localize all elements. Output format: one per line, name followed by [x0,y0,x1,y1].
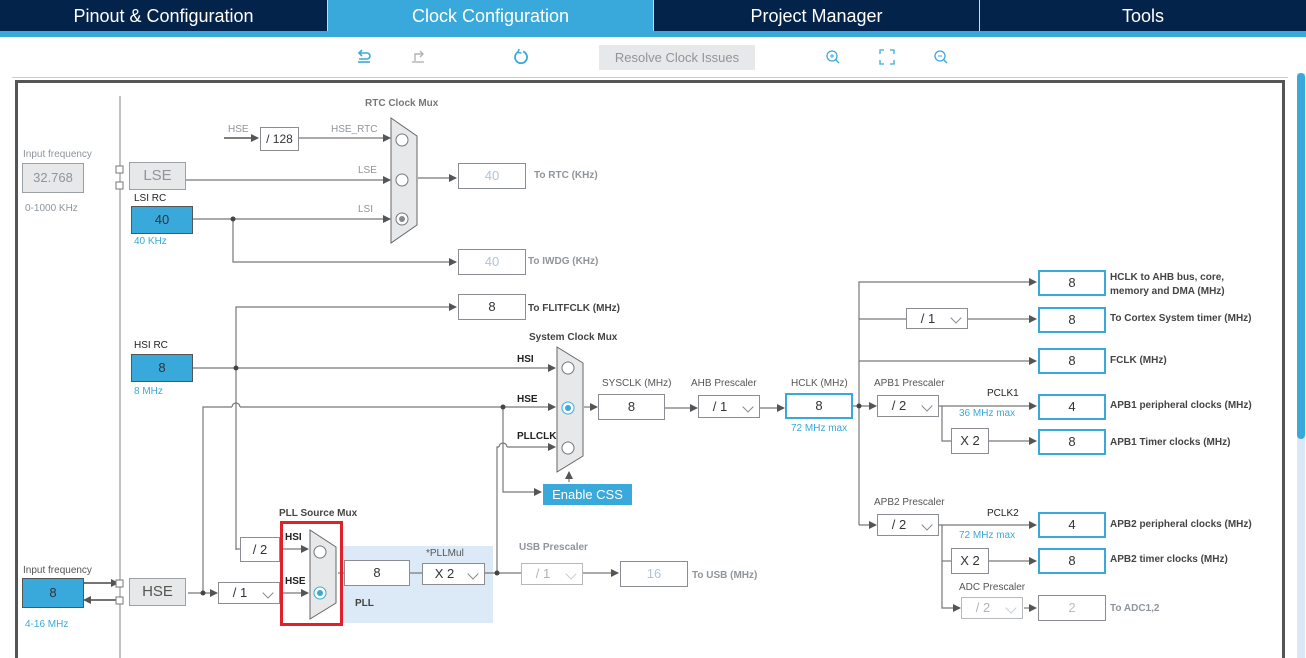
chevron-down-icon [921,519,933,531]
pll-source-mux-title: PLL Source Mux [279,508,358,519]
rtc-output-value: 40 [458,163,526,189]
rtc-input-hse-rtc: HSE_RTC [331,124,378,135]
chevron-down-icon [1005,602,1017,614]
sys-mux-input-hse: HSE [517,394,538,405]
hsi-label: HSI RC [134,340,168,351]
vertical-scrollbar-thumb[interactable] [1297,73,1305,439]
hse-input-frequency[interactable]: 8 [22,578,84,608]
hsi-pll-divider: / 2 [240,537,280,562]
adc-prescaler-label: ADC Prescaler [959,582,1026,593]
hse-rtc-divider: / 128 [260,127,299,151]
apb2-peripheral-output[interactable]: 4 [1038,512,1106,538]
hse-block[interactable]: HSE [129,578,186,606]
lse-input-label: Input frequency [23,149,92,160]
chevron-down-icon [467,568,479,580]
apb1-peripheral-label: APB1 peripheral clocks (MHz) [1110,400,1252,411]
apb1-max: 36 MHz max [959,408,1016,419]
chevron-down-icon [262,587,274,599]
rtc-hse-label: HSE [228,124,249,135]
sys-mux-input-hsi: HSI [517,354,534,365]
pllmul-label: *PLLMul [426,548,464,559]
apb2-max: 72 MHz max [959,530,1016,541]
hclk-ahb-output[interactable]: 8 [1038,270,1106,296]
lse-input-range: 0-1000 KHz [25,203,78,214]
apb2-timer-multiplier: X 2 [951,548,989,574]
hclk-ahb-label-line2: memory and DMA (MHz) [1110,286,1225,297]
adc-prescaler-select[interactable]: / 2 [961,597,1023,619]
apb1-prescaler-select[interactable]: / 2 [877,395,939,417]
rtc-input-lsi: LSI [358,204,374,215]
apb1-timer-output[interactable]: 8 [1038,429,1106,455]
usb-output-label: To USB (MHz) [692,570,758,581]
hse-input-label: Input frequency [23,565,92,576]
apb2-timer-label: APB2 timer clocks (MHz) [1110,554,1228,565]
apb1-prescaler-label: APB1 Prescaler [874,378,945,389]
pllmul-value: X 2 [434,566,455,581]
hse-input-range: 4-16 MHz [25,619,69,630]
hclk-max: 72 MHz max [791,423,848,434]
ahb-prescaler-select[interactable]: / 1 [698,395,760,418]
lsi-unit: 40 KHz [134,236,167,247]
apb2-timer-output[interactable]: 8 [1038,548,1106,574]
adc-output: 2 [1038,595,1106,621]
system-clock-mux-title: System Clock Mux [529,332,618,343]
enable-css-button[interactable]: Enable CSS [543,484,632,505]
lsi-rc-value[interactable]: 40 [131,206,193,234]
apb1-peripheral-output[interactable]: 4 [1038,394,1106,420]
flitfclk-output-value: 8 [458,294,526,320]
apb2-prescaler-select[interactable]: / 2 [877,514,939,536]
hclk-label: HCLK (MHz) [791,378,848,389]
rtc-input-lse: LSE [358,165,377,176]
hsi-rc-value[interactable]: 8 [131,354,193,382]
apb2-prescaler-value: / 2 [891,517,907,532]
adc-prescaler-value: / 2 [975,600,991,615]
fclk-label: FCLK (MHz) [1110,355,1167,366]
apb1-prescaler-value: / 2 [891,398,907,413]
sysclk-label: SYSCLK (MHz) [602,378,672,389]
adc-output-label: To ADC1,2 [1110,603,1160,614]
chevron-down-icon [565,568,577,580]
ahb-prescaler-value: / 1 [712,399,728,414]
usb-output: 16 [620,561,688,587]
hse-prediv-select[interactable]: / 1 [218,582,280,604]
fclk-output[interactable]: 8 [1038,348,1106,374]
apb1-timer-multiplier: X 2 [951,428,989,454]
cortex-timer-label: To Cortex System timer (MHz) [1110,313,1252,324]
pllmul-select[interactable]: X 2 [422,563,485,585]
usb-prescaler-select[interactable]: / 1 [521,563,583,585]
sysclk-value: 8 [598,394,665,420]
lsi-label: LSI RC [134,193,167,204]
chevron-down-icon [742,401,754,413]
pll-label: PLL [355,598,374,609]
apb2-prescaler-label: APB2 Prescaler [874,497,945,508]
pclk1-label: PCLK1 [987,388,1019,399]
hse-prediv-value: / 1 [232,585,248,600]
ahb-prescaler-label: AHB Prescaler [691,378,757,389]
chevron-down-icon [921,400,933,412]
hclk-value-input[interactable]: 8 [785,393,853,419]
apb1-timer-label: APB1 Timer clocks (MHz) [1110,437,1231,448]
sys-mux-input-pllclk: PLLCLK [517,431,557,442]
usb-prescaler-value: / 1 [535,566,551,581]
iwdg-output-label: To IWDG (KHz) [528,256,599,267]
apb2-peripheral-label: APB2 peripheral clocks (MHz) [1110,519,1252,530]
cortex-timer-divider-select[interactable]: / 1 [906,308,968,329]
iwdg-output-value: 40 [458,249,526,275]
rtc-output-label: To RTC (KHz) [534,170,598,181]
pll-source-mux-highlight [280,521,343,626]
lse-block[interactable]: LSE [129,162,186,190]
cortex-timer-divider-value: / 1 [920,311,936,326]
usb-prescaler-label: USB Prescaler [519,542,588,553]
pclk2-label: PCLK2 [987,508,1019,519]
hclk-ahb-label-line1: HCLK to AHB bus, core, [1110,272,1225,283]
chevron-down-icon [950,312,962,324]
cortex-timer-output[interactable]: 8 [1038,307,1106,333]
flitfclk-output-label: To FLITFCLK (MHz) [528,303,621,314]
rtc-mux-title: RTC Clock Mux [365,98,439,109]
hsi-unit: 8 MHz [134,386,163,397]
pll-input-value: 8 [344,560,410,586]
lse-input-frequency[interactable]: 32.768 [22,163,84,193]
